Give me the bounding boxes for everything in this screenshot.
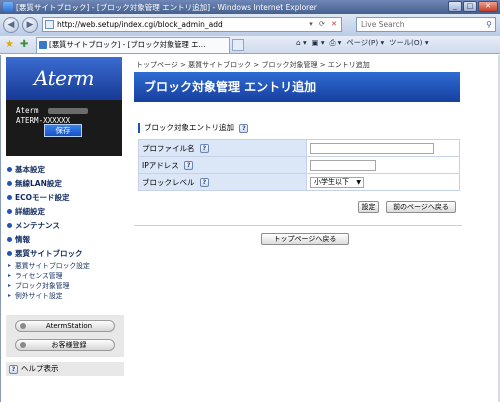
help-icon[interactable]: ? xyxy=(239,123,249,133)
bullet-icon xyxy=(20,342,26,348)
profile-name-input[interactable] xyxy=(310,142,434,154)
sidebar-item-wireless-lan[interactable]: 無線LAN設定 xyxy=(6,177,124,191)
window-controls: _ □ ✕ xyxy=(448,1,498,12)
chevron-down-icon: ▼ xyxy=(356,178,361,186)
divider xyxy=(134,225,462,226)
tab-page-icon xyxy=(39,41,47,49)
block-level-label-cell: ブロックレベル ? xyxy=(138,173,307,191)
form-row-ip: IPアドレス ? xyxy=(138,156,460,174)
main-panel: トップページ > 悪質サイトブロック > ブロック対象管理 > エントリ追加 ブ… xyxy=(132,57,498,387)
address-bar[interactable]: http://web.setup/index.cgi/block_admin_a… xyxy=(42,17,342,32)
home-button[interactable]: ⌂ ▾ xyxy=(296,38,307,48)
search-icon[interactable]: ⚲ xyxy=(486,18,492,31)
aterm-station-label: AtermStation xyxy=(45,322,93,330)
sidebar-menu: 基本設定 無線LAN設定 ECOモード設定 詳細設定 メンテナンス 情報 悪質サ… xyxy=(6,163,124,301)
profile-name-label: プロファイル名 xyxy=(142,143,195,153)
set-button[interactable]: 設定 xyxy=(358,201,379,213)
close-button[interactable]: ✕ xyxy=(478,1,498,12)
stop-icon[interactable]: ✕ xyxy=(331,20,339,28)
tab-title: [悪質サイトブロック] - [ブロック対象管理 エ... xyxy=(49,40,206,49)
sidebar-item-basic-settings[interactable]: 基本設定 xyxy=(6,163,124,177)
save-button[interactable]: 保存 xyxy=(44,124,82,137)
section-title: ブロック対象エントリ追加 xyxy=(144,123,234,132)
window-title: [悪質サイトブロック] - [ブロック対象管理 エントリ追加] - Window… xyxy=(16,2,317,12)
profile-name-label-cell: プロファイル名 ? xyxy=(138,139,307,157)
page-content: Aterm Aterm ATERM-XXXXXX 保存 基本設定 無線LAN設定… xyxy=(0,55,500,402)
minimize-button[interactable]: _ xyxy=(448,1,462,12)
ip-address-label: IPアドレス xyxy=(142,160,179,170)
model-info: Aterm ATERM-XXXXXX 保存 xyxy=(6,100,122,156)
favorites-star-icon[interactable]: ★ xyxy=(5,39,14,50)
form-row-profile: プロファイル名 ? xyxy=(138,139,460,157)
new-tab-button[interactable] xyxy=(232,39,244,51)
profile-name-value-cell xyxy=(306,139,460,157)
tab-current[interactable]: [悪質サイトブロック] - [ブロック対象管理 エ... xyxy=(36,37,230,53)
bullet-icon xyxy=(20,323,26,329)
block-level-selected: 小学生以下 xyxy=(314,177,349,186)
aterm-logo: Aterm xyxy=(6,57,122,100)
navigation-bar: ◀ ▶ http://web.setup/index.cgi/block_adm… xyxy=(0,14,500,36)
command-bar: ⌂ ▾ ▣ ▾ ⎙ ▾ ページ(P) ▾ ツール(O) ▾ xyxy=(296,38,428,48)
sidebar-subitem-exception-sites[interactable]: 例外サイト設定 xyxy=(6,291,124,301)
back-to-top-button[interactable]: トップページへ戻る xyxy=(261,233,349,245)
sidebar-item-info[interactable]: 情報 xyxy=(6,233,124,247)
sidebar-subitem-block-settings[interactable]: 悪質サイトブロック設定 xyxy=(6,261,124,271)
page-icon xyxy=(45,20,54,29)
back-arrow-icon[interactable]: ◀ xyxy=(3,17,19,33)
search-placeholder: Live Search xyxy=(361,20,405,29)
page-menu[interactable]: ページ(P) ▾ xyxy=(346,38,384,48)
sidebar-item-eco-mode[interactable]: ECOモード設定 xyxy=(6,191,124,205)
window-titlebar: [悪質サイトブロック] - [ブロック対象管理 エントリ追加] - Window… xyxy=(0,0,500,14)
breadcrumb[interactable]: トップページ > 悪質サイトブロック > ブロック対象管理 > エントリ追加 xyxy=(136,60,370,70)
help-icon[interactable]: ? xyxy=(199,178,209,187)
block-level-value-cell: 小学生以下 ▼ xyxy=(306,173,460,191)
customer-registration-label: お客様登録 xyxy=(51,341,87,349)
page-title: ブロック対象管理 エントリ追加 xyxy=(134,72,460,102)
sidebar-item-site-block[interactable]: 悪質サイトブロック xyxy=(6,247,124,261)
back-page-button[interactable]: 前のページへ戻る xyxy=(386,201,456,213)
help-icon[interactable]: ? xyxy=(184,161,194,170)
form-row-block-level: ブロックレベル ? 小学生以下 ▼ xyxy=(138,173,460,191)
ip-address-input[interactable] xyxy=(310,159,376,171)
help-link[interactable]: ? ヘルプ表示 xyxy=(6,362,124,376)
sidebar-subitem-license[interactable]: ライセンス管理 xyxy=(6,271,124,281)
ip-address-value-cell xyxy=(306,156,460,174)
sidebar: Aterm Aterm ATERM-XXXXXX 保存 基本設定 無線LAN設定… xyxy=(2,57,124,387)
sidebar-item-advanced[interactable]: 詳細設定 xyxy=(6,205,124,219)
model-line-1: Aterm xyxy=(16,106,122,116)
help-icon: ? xyxy=(9,365,18,374)
forward-arrow-icon[interactable]: ▶ xyxy=(22,17,38,33)
feeds-button[interactable]: ▣ ▾ xyxy=(312,38,325,48)
print-button[interactable]: ⎙ ▾ xyxy=(330,38,342,48)
search-input[interactable]: Live Search ⚲ xyxy=(356,17,496,32)
sidebar-links-panel: AtermStation お客様登録 xyxy=(6,315,124,357)
add-favorites-icon[interactable]: ✚ xyxy=(20,39,28,50)
section-heading: ブロック対象エントリ追加 ? xyxy=(138,123,249,133)
block-level-select[interactable]: 小学生以下 ▼ xyxy=(310,176,364,188)
ie-icon xyxy=(3,2,13,12)
address-tools[interactable]: ▾ ⟳ ✕ xyxy=(309,20,339,28)
sidebar-item-maintenance[interactable]: メンテナンス xyxy=(6,219,124,233)
help-icon[interactable]: ? xyxy=(199,144,209,153)
aterm-station-button[interactable]: AtermStation xyxy=(15,320,115,332)
block-level-label: ブロックレベル xyxy=(142,177,195,187)
address-url: http://web.setup/index.cgi/block_admin_a… xyxy=(57,20,223,29)
ip-address-label-cell: IPアドレス ? xyxy=(138,156,307,174)
help-label: ヘルプ表示 xyxy=(21,364,59,373)
maximize-button[interactable]: □ xyxy=(463,1,477,12)
sidebar-subitem-block-target[interactable]: ブロック対象管理 xyxy=(6,281,124,291)
tab-bar: ★ ✚ [悪質サイトブロック] - [ブロック対象管理 エ... ⌂ ▾ ▣ ▾… xyxy=(0,36,500,54)
entry-form: プロファイル名 ? IPアドレス ? ブロックレベル ? 小学生以下 ▼ xyxy=(138,139,460,191)
tools-menu[interactable]: ツール(O) ▾ xyxy=(389,38,428,48)
customer-registration-button[interactable]: お客様登録 xyxy=(15,339,115,351)
redacted-model xyxy=(47,108,88,114)
